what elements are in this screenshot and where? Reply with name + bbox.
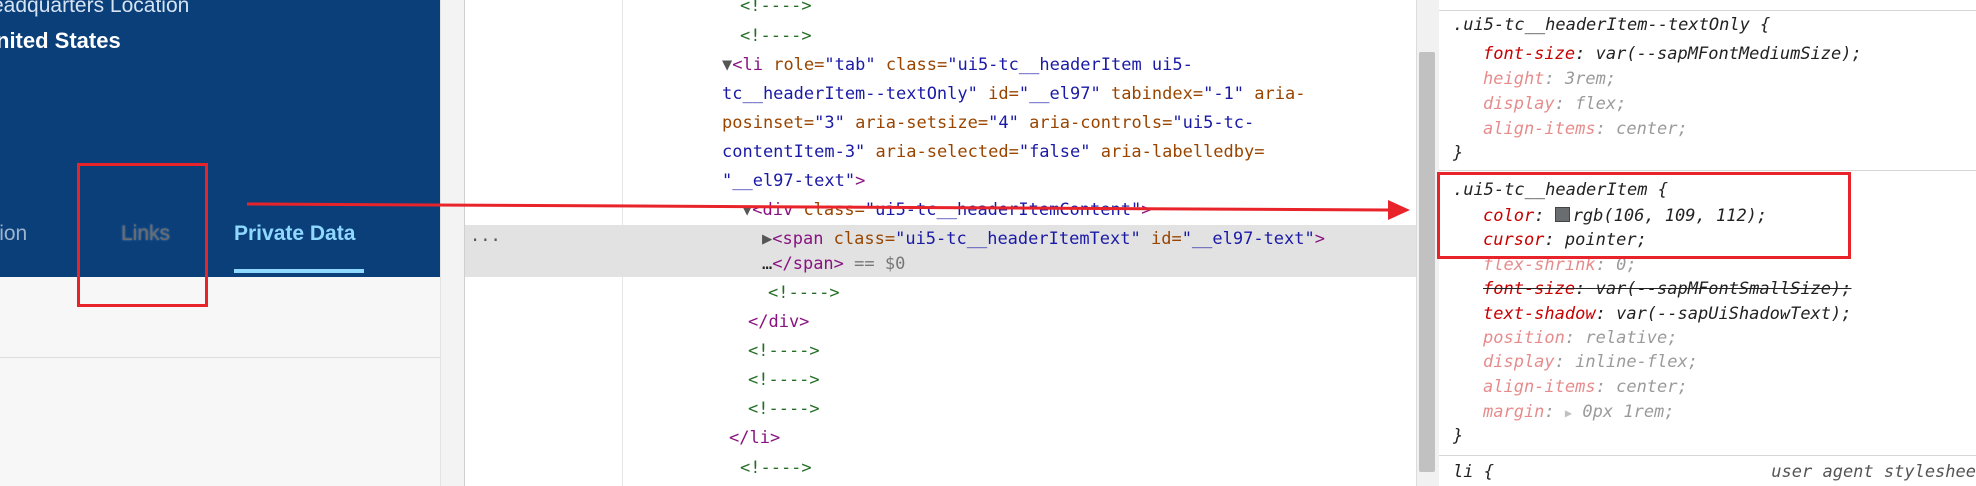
- dom-line-li-attrs[interactable]: posinset="3" aria-setsize="4" aria-contr…: [722, 111, 1254, 135]
- style-property-inactive[interactable]: display: inline-flex;: [1483, 350, 1698, 374]
- elements-panel[interactable]: ... <!----> <!----> ▼<li role="tab" clas…: [465, 0, 1416, 486]
- collapse-triangle-icon[interactable]: ▶: [762, 229, 772, 249]
- rule-selector[interactable]: .ui5-tc__headerItem--textOnly {: [1453, 13, 1770, 37]
- dom-line-li-attrs[interactable]: contentItem-3" aria-selected="false" ari…: [722, 140, 1264, 164]
- dom-line-comment[interactable]: <!---->: [748, 368, 820, 392]
- headquarters-location-value: nited States: [0, 28, 121, 53]
- style-property-overridden[interactable]: font-size: var(--sapMFontSmallSize);: [1483, 277, 1852, 301]
- dom-line-comment[interactable]: <!---->: [740, 0, 812, 18]
- style-property-inactive[interactable]: margin: ▶ 0px 1rem;: [1483, 400, 1675, 424]
- dom-line-comment[interactable]: <!---->: [740, 456, 812, 480]
- node-actions-ellipsis[interactable]: ...: [470, 226, 501, 246]
- app-panel: eadquarters Location nited States nation…: [0, 0, 441, 486]
- expand-triangle-icon[interactable]: ▼: [742, 200, 752, 220]
- expand-triangle-icon[interactable]: ▼: [722, 55, 732, 75]
- dom-line-comment[interactable]: <!---->: [740, 24, 812, 48]
- rule-selector-ua[interactable]: li {user agent styleshee: [1453, 460, 1976, 484]
- rule-separator: [1439, 170, 1976, 171]
- rule-close-brace: }: [1453, 143, 1464, 163]
- tab-private-data[interactable]: Private Data: [234, 222, 355, 246]
- dom-line-span-selected[interactable]: ▶<span class="ui5-tc__headerItemText" id…: [762, 227, 1325, 251]
- expand-shorthand-icon[interactable]: ▶: [1565, 406, 1572, 420]
- content-divider: [0, 357, 440, 358]
- dom-line-div-close[interactable]: </div>: [748, 310, 809, 334]
- rule-separator: [1439, 455, 1976, 456]
- dom-line-div-open[interactable]: ▼<div class="ui5-tc__headerItemContent">: [742, 198, 1151, 222]
- dom-line-li-attrs[interactable]: "__el97-text">: [722, 169, 865, 193]
- style-property-inactive[interactable]: align-items: center;: [1483, 375, 1688, 399]
- style-property-inactive[interactable]: position: relative;: [1483, 326, 1678, 350]
- selected-tab-indicator: [234, 269, 364, 273]
- dom-line-li-close[interactable]: </li>: [729, 426, 780, 450]
- dom-line-comment[interactable]: <!---->: [748, 339, 820, 363]
- style-property[interactable]: font-size: var(--sapMFontMediumSize);: [1483, 42, 1862, 66]
- rule-separator: [1439, 10, 1976, 11]
- style-property-inactive[interactable]: display: flex;: [1483, 92, 1626, 116]
- rule-close-brace: }: [1453, 426, 1464, 446]
- elements-scrollbar-thumb[interactable]: [1419, 52, 1435, 472]
- style-property-inactive[interactable]: height: 3rem;: [1483, 67, 1616, 91]
- tab-information[interactable]: nation: [0, 222, 27, 246]
- headquarters-location-label: eadquarters Location: [0, 0, 190, 17]
- object-page-header: eadquarters Location nited States nation…: [0, 0, 440, 277]
- dom-line-li-open[interactable]: ▼<li role="tab" class="ui5-tc__headerIte…: [722, 53, 1193, 77]
- annotation-box-links-tab: [77, 163, 208, 307]
- annotation-box-style-rule: [1437, 172, 1851, 259]
- dom-line-comment[interactable]: <!---->: [748, 397, 820, 421]
- style-property[interactable]: text-shadow: var(--sapUiShadowText);: [1483, 302, 1852, 326]
- rule-origin-label: user agent styleshee: [1771, 462, 1976, 482]
- style-property-inactive[interactable]: align-items: center;: [1483, 117, 1688, 141]
- panel-gap: [441, 0, 465, 486]
- dom-line-comment[interactable]: <!---->: [768, 281, 840, 305]
- dom-line-li-attrs[interactable]: tc__headerItem--textOnly" id="__el97" ta…: [722, 82, 1305, 106]
- dom-line-span-close[interactable]: …</span> == $0: [762, 252, 905, 276]
